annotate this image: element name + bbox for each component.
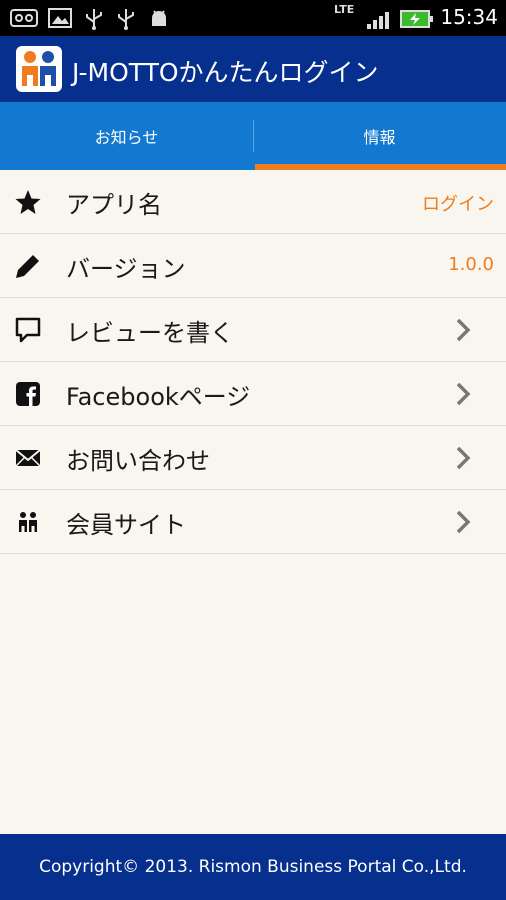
signal-icon — [367, 12, 389, 29]
status-bar: LTE 15:34 — [0, 0, 506, 36]
list-item-value: ログイン — [422, 194, 494, 215]
footer: Copyright© 2013. Rismon Business Portal … — [0, 834, 506, 900]
network-type: LTE — [334, 3, 355, 16]
list-item-version[interactable]: バージョン 1.0.0 — [0, 234, 506, 298]
battery-charging-icon — [400, 10, 433, 28]
app-title: J-MOTTOかんたんログイン — [72, 58, 379, 87]
star-icon — [15, 190, 41, 214]
tab-info[interactable]: 情報 — [253, 102, 506, 170]
list-item-contact[interactable]: お問い合わせ — [0, 426, 506, 490]
tab-notices[interactable]: お知らせ — [0, 102, 253, 170]
jmotto-logo-icon — [16, 46, 62, 92]
speech-bubble-icon — [15, 317, 41, 343]
pencil-icon — [16, 255, 39, 278]
chevron-right-icon — [456, 510, 471, 534]
copyright-text: Copyright© 2013. Rismon Business Portal … — [39, 857, 467, 877]
tab-bar: お知らせ 情報 — [0, 102, 506, 170]
list-item-facebook-page[interactable]: Facebookページ — [0, 362, 506, 426]
list-item-value: 1.0.0 — [448, 254, 494, 275]
list-item-member-site[interactable]: 会員サイト — [0, 490, 506, 554]
usb-icon — [86, 9, 102, 30]
envelope-icon — [15, 449, 41, 467]
android-debug-icon — [152, 10, 166, 26]
list-item-label: お問い合わせ — [66, 447, 210, 475]
list-item-write-review[interactable]: レビューを書く — [0, 298, 506, 362]
facebook-icon — [16, 382, 40, 406]
list-item-label: 会員サイト — [66, 511, 186, 539]
status-clock: 15:34 — [440, 5, 498, 29]
chevron-right-icon — [456, 318, 471, 342]
chevron-right-icon — [456, 446, 471, 470]
action-bar: J-MOTTOかんたんログイン — [0, 36, 506, 102]
list-item-app-name[interactable]: アプリ名 ログイン — [0, 170, 506, 234]
list-item-label: バージョン — [66, 255, 186, 283]
usb-icon — [118, 9, 134, 30]
list-item-label: アプリ名 — [66, 191, 162, 219]
people-icon — [19, 512, 37, 532]
list-item-label: Facebookページ — [66, 383, 251, 411]
chevron-right-icon — [456, 382, 471, 406]
list-item-label: レビューを書く — [66, 319, 234, 347]
info-list: アプリ名 ログイン バージョン 1.0.0 レビューを書く Facebookペー… — [0, 170, 506, 554]
image-icon — [48, 8, 72, 28]
voicemail-icon — [10, 9, 38, 27]
